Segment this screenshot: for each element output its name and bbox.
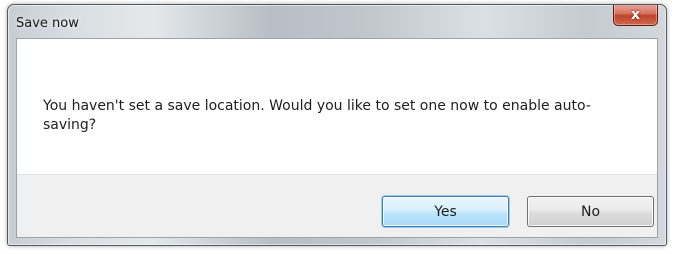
- dialog-message: You haven't set a save location. Would y…: [43, 98, 591, 133]
- close-button[interactable]: x: [613, 5, 658, 26]
- dialog-window: Save now x You haven't set a save locati…: [7, 4, 667, 246]
- no-button[interactable]: No: [527, 196, 654, 227]
- close-icon: x: [630, 6, 641, 23]
- dialog-body: You haven't set a save location. Would y…: [16, 38, 658, 238]
- button-bar: Yes No: [17, 174, 657, 237]
- dialog-title: Save now: [16, 16, 79, 31]
- yes-button[interactable]: Yes: [382, 196, 509, 227]
